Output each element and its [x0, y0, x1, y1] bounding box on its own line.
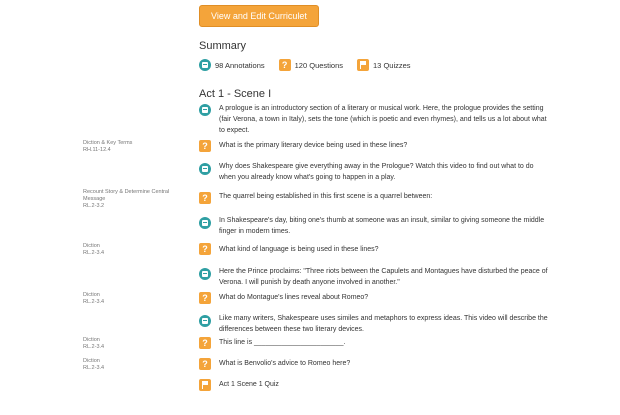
question-icon: ? — [199, 292, 211, 304]
standard-tag: Recount Story & Determine Central Messag… — [83, 189, 183, 210]
standard-code: RL.2-3.4 — [83, 299, 105, 305]
standard-tag: Diction & Key Terms RH.11-12.4 — [83, 140, 183, 154]
question-icon: ? — [199, 337, 211, 349]
item-text: What is the primary literary device bein… — [219, 142, 408, 149]
standard-tag: Diction RL.2-3.4 — [83, 243, 183, 257]
standard-tag: Diction RL.2-3.4 — [83, 292, 183, 306]
standard-code: RL.2-3.4 — [83, 250, 105, 256]
annotation-icon — [199, 104, 211, 116]
standard-tag: Diction RL.2-3.4 — [83, 337, 183, 351]
annotation-icon — [199, 217, 211, 229]
annotation-icon — [199, 59, 211, 71]
summary-stats: 98 Annotations ? 120 Questions 13 Quizze… — [199, 57, 425, 73]
standard-code: RL.2-3.2 — [83, 203, 105, 209]
item-text: Here the Prince proclaims: "Three riots … — [219, 268, 548, 286]
question-icon: ? — [199, 192, 211, 204]
standard-name: Recount Story & Determine Central — [83, 189, 170, 195]
standard-name: Diction — [83, 243, 100, 249]
questions-count: 120 Questions — [294, 60, 344, 70]
question-icon: ? — [199, 243, 211, 255]
quiz-icon — [357, 59, 370, 71]
annotation-icon — [199, 315, 211, 327]
item-text: What is Benvolio's advice to Romeo here? — [219, 360, 351, 367]
question-icon: ? — [199, 358, 211, 370]
quizzes-stat: 13 Quizzes — [357, 59, 411, 71]
standard-name: Diction — [83, 292, 100, 298]
summary-heading: Summary — [199, 40, 247, 52]
item-text: A prologue is an introductory section of… — [219, 105, 547, 134]
annotation-icon — [199, 268, 211, 280]
standard-code: RL.2-3.4 — [83, 344, 105, 350]
item-text: Like many writers, Shakespeare uses simi… — [219, 315, 548, 333]
annotations-count: 98 Annotations — [215, 60, 265, 70]
quiz-icon — [199, 379, 211, 391]
standard-name: Diction — [83, 337, 100, 343]
item-text: What kind of language is being used in t… — [219, 246, 379, 253]
standard-code: RH.11-12.4 — [83, 147, 111, 153]
item-text: Why does Shakespeare give everything awa… — [219, 163, 534, 181]
item-text: In Shakespeare's day, biting one's thumb… — [219, 217, 545, 235]
question-icon: ? — [199, 140, 211, 152]
standard-name: Diction — [83, 358, 100, 364]
annotation-icon — [199, 163, 211, 175]
standard-name-cont: Message — [83, 196, 106, 202]
section-heading: Act 1 - Scene I — [199, 88, 272, 100]
standard-tag: Diction RL.2-3.4 — [83, 358, 183, 372]
view-edit-curriculet-button[interactable]: View and Edit Curriculet — [199, 5, 319, 27]
item-text: What do Montague's lines reveal about Ro… — [219, 294, 369, 301]
question-icon: ? — [278, 59, 291, 71]
quizzes-count: 13 Quizzes — [373, 60, 411, 70]
item-text: The quarrel being established in this fi… — [219, 193, 433, 200]
standard-name: Diction & Key Terms — [83, 140, 133, 146]
item-text: Act 1 Scene 1 Quiz — [219, 381, 279, 388]
item-text: This line is _______________________. — [219, 339, 346, 346]
annotations-stat: 98 Annotations — [199, 59, 265, 71]
questions-stat: ? 120 Questions — [278, 59, 344, 71]
standard-code: RL.2-3.4 — [83, 365, 105, 371]
